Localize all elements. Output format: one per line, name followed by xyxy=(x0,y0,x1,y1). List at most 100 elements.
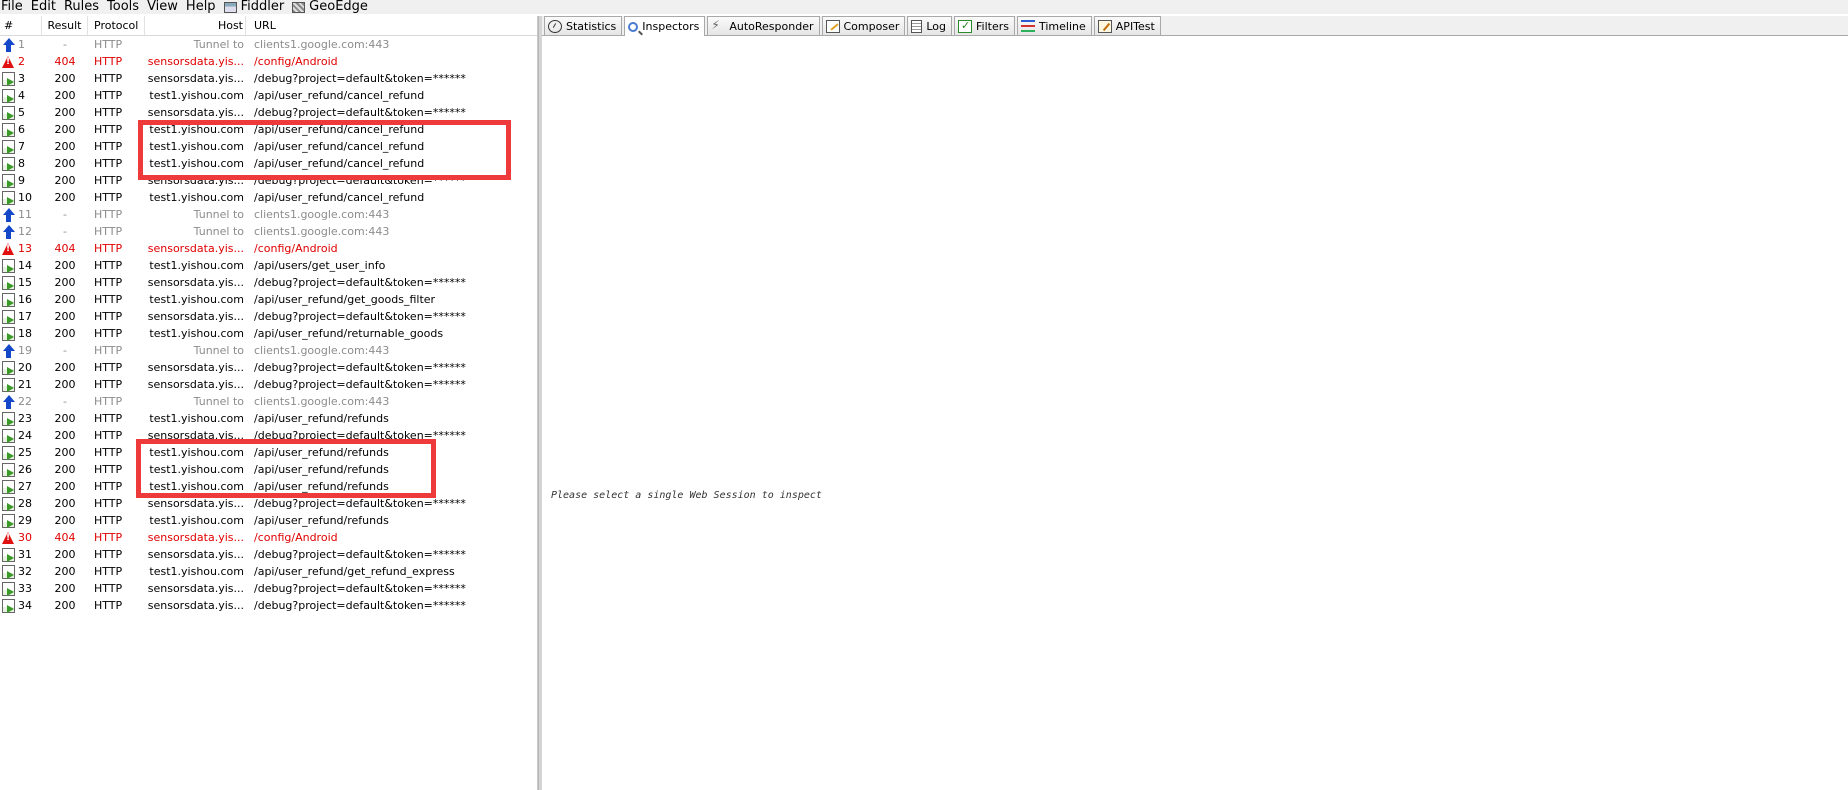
session-num-cell: 16 xyxy=(0,291,42,308)
session-row[interactable]: 30 404 HTTP sensorsdata.yis... /config/Andro… xyxy=(0,529,537,546)
session-url: /api/user_refund/get_refund_express xyxy=(254,565,455,578)
column-header-num[interactable]: # xyxy=(0,16,42,35)
session-num: 3 xyxy=(18,72,25,85)
menu-view[interactable]: View xyxy=(146,0,185,14)
session-protocol: HTTP xyxy=(94,310,123,323)
response-document-icon xyxy=(2,139,15,154)
session-row[interactable]: 21 200 HTTP sensorsdata.yis... /debug?projec… xyxy=(0,376,537,393)
menu-edit[interactable]: Edit xyxy=(30,0,63,14)
session-url: /api/user_refund/cancel_refund xyxy=(254,191,425,204)
session-row[interactable]: 16 200 HTTP test1.yishou.com/api/user_refun… xyxy=(0,291,537,308)
tab-inspectors[interactable]: Inspectors xyxy=(624,16,706,36)
session-result: 404 xyxy=(54,242,76,255)
session-url: /debug?project=default&token=****** xyxy=(254,72,466,85)
session-num: 17 xyxy=(18,310,32,323)
session-num: 21 xyxy=(18,378,32,391)
session-row[interactable]: 6 200 HTTP test1.yishou.com/api/user_refund… xyxy=(0,121,537,138)
session-protocol: HTTP xyxy=(94,344,123,357)
session-row[interactable]: 1 - HTTP Tunnel to clients1.google.com:443 xyxy=(0,36,537,53)
session-result: 200 xyxy=(54,480,76,493)
response-document-icon xyxy=(2,360,15,375)
tab-timeline[interactable]: Timeline xyxy=(1017,16,1092,35)
fiddler-icon xyxy=(223,1,237,13)
session-row[interactable]: 18 200 HTTP test1.yishou.com/api/user_refun… xyxy=(0,325,537,342)
session-result: 200 xyxy=(54,140,76,153)
session-row[interactable]: 4 200 HTTP test1.yishou.com/api/user_refund… xyxy=(0,87,537,104)
session-row[interactable]: 23 200 HTTP test1.yishou.com/api/user_refun… xyxy=(0,410,537,427)
session-protocol: HTTP xyxy=(94,548,123,561)
tab-autoresponder[interactable]: AutoResponder xyxy=(707,16,820,35)
session-row[interactable]: 13 404 HTTP sensorsdata.yis... /config/Andro… xyxy=(0,240,537,257)
column-header-host[interactable]: Host xyxy=(145,16,246,35)
session-result: 200 xyxy=(54,310,76,323)
session-row[interactable]: 3 200 HTTP sensorsdata.yis... /debug?project… xyxy=(0,70,537,87)
session-row[interactable]: 22 - HTTP Tunnel to clients1.google.com:443 xyxy=(0,393,537,410)
session-row[interactable]: 32 200 HTTP test1.yishou.com/api/user_refun… xyxy=(0,563,537,580)
session-num: 25 xyxy=(18,446,32,459)
menu-fiddler[interactable]: Fiddler xyxy=(223,0,292,14)
menu-file[interactable]: File xyxy=(0,0,30,14)
session-num-cell: 25 xyxy=(0,444,42,461)
session-row[interactable]: 8 200 HTTP test1.yishou.com/api/user_refund… xyxy=(0,155,537,172)
session-num: 7 xyxy=(18,140,25,153)
session-protocol: HTTP xyxy=(94,378,123,391)
session-num: 19 xyxy=(18,344,32,357)
session-row[interactable]: 20 200 HTTP sensorsdata.yis... /debug?projec… xyxy=(0,359,537,376)
session-num: 24 xyxy=(18,429,32,442)
session-host: sensorsdata.yis... xyxy=(147,429,244,442)
session-num-cell: 14 xyxy=(0,257,42,274)
response-document-icon xyxy=(2,156,15,171)
session-host: Tunnel to xyxy=(193,225,244,238)
session-row[interactable]: 5 200 HTTP sensorsdata.yis... /debug?project… xyxy=(0,104,537,121)
menu-geoedge[interactable]: GeoEdge xyxy=(291,0,375,14)
session-row[interactable]: 31 200 HTTP sensorsdata.yis... /debug?projec… xyxy=(0,546,537,563)
session-row[interactable]: 33 200 HTTP sensorsdata.yis... /debug?projec… xyxy=(0,580,537,597)
session-row[interactable]: 24 200 HTTP sensorsdata.yis... /debug?projec… xyxy=(0,427,537,444)
session-host: Tunnel to xyxy=(193,38,244,51)
session-row[interactable]: 14 200 HTTP test1.yishou.com/api/users/get_… xyxy=(0,257,537,274)
response-document-icon xyxy=(2,428,15,443)
session-result: 200 xyxy=(54,191,76,204)
session-url: /api/user_refund/refunds xyxy=(254,412,389,425)
session-row[interactable]: 7 200 HTTP test1.yishou.com/api/user_refund… xyxy=(0,138,537,155)
column-header-result[interactable]: Result xyxy=(42,16,88,35)
session-protocol: HTTP xyxy=(94,361,123,374)
session-row[interactable]: 25 200 HTTP test1.yishou.com/api/user_refun… xyxy=(0,444,537,461)
session-result: 200 xyxy=(54,123,76,136)
tab-statistics[interactable]: Statistics xyxy=(544,16,623,35)
session-row[interactable]: 15 200 HTTP sensorsdata.yis... /debug?projec… xyxy=(0,274,537,291)
menu-rules[interactable]: Rules xyxy=(63,0,106,14)
session-host: test1.yishou.com xyxy=(149,480,244,493)
session-protocol: HTTP xyxy=(94,531,123,544)
session-row[interactable]: 12 - HTTP Tunnel to clients1.google.com:443 xyxy=(0,223,537,240)
session-row[interactable]: 19 - HTTP Tunnel to clients1.google.com:443 xyxy=(0,342,537,359)
menu-help[interactable]: Help xyxy=(185,0,223,14)
session-num: 1 xyxy=(18,38,25,51)
tab-apitest[interactable]: APITest xyxy=(1093,16,1161,35)
session-host: sensorsdata.yis... xyxy=(147,361,244,374)
session-row[interactable]: 29 200 HTTP test1.yishou.com/api/user_refun… xyxy=(0,512,537,529)
session-row[interactable]: 17 200 HTTP sensorsdata.yis... /debug?projec… xyxy=(0,308,537,325)
session-row[interactable]: 27 200 HTTP test1.yishou.com/api/user_refun… xyxy=(0,478,537,495)
tab-log[interactable]: Log xyxy=(907,16,953,35)
tab-composer[interactable]: Composer xyxy=(821,16,906,35)
session-host: sensorsdata.yis... xyxy=(147,582,244,595)
column-header-protocol[interactable]: Protocol xyxy=(88,16,145,35)
tab-filters[interactable]: Filters xyxy=(954,16,1015,35)
session-host: Tunnel to xyxy=(193,395,244,408)
session-url: /debug?project=default&token=****** xyxy=(254,276,466,289)
column-header-url[interactable]: URL xyxy=(246,16,537,35)
session-num: 30 xyxy=(18,531,32,544)
session-row[interactable]: 9 200 HTTP sensorsdata.yis... /debug?project… xyxy=(0,172,537,189)
session-num-cell: 9 xyxy=(0,172,42,189)
session-row[interactable]: 26 200 HTTP test1.yishou.com/api/user_refun… xyxy=(0,461,537,478)
session-url: clients1.google.com:443 xyxy=(254,344,390,357)
menu-tools[interactable]: Tools xyxy=(106,0,146,14)
session-row[interactable]: 11 - HTTP Tunnel to clients1.google.com:443 xyxy=(0,206,537,223)
session-row[interactable]: 10 200 HTTP test1.yishou.com/api/user_refun… xyxy=(0,189,537,206)
session-url: /api/user_refund/get_goods_filter xyxy=(254,293,436,306)
session-num: 26 xyxy=(18,463,32,476)
session-row[interactable]: 34 200 HTTP sensorsdata.yis... /debug?projec… xyxy=(0,597,537,614)
session-row[interactable]: 28 200 HTTP sensorsdata.yis... /debug?projec… xyxy=(0,495,537,512)
session-row[interactable]: 2 404 HTTP sensorsdata.yis... /config/Androi… xyxy=(0,53,537,70)
